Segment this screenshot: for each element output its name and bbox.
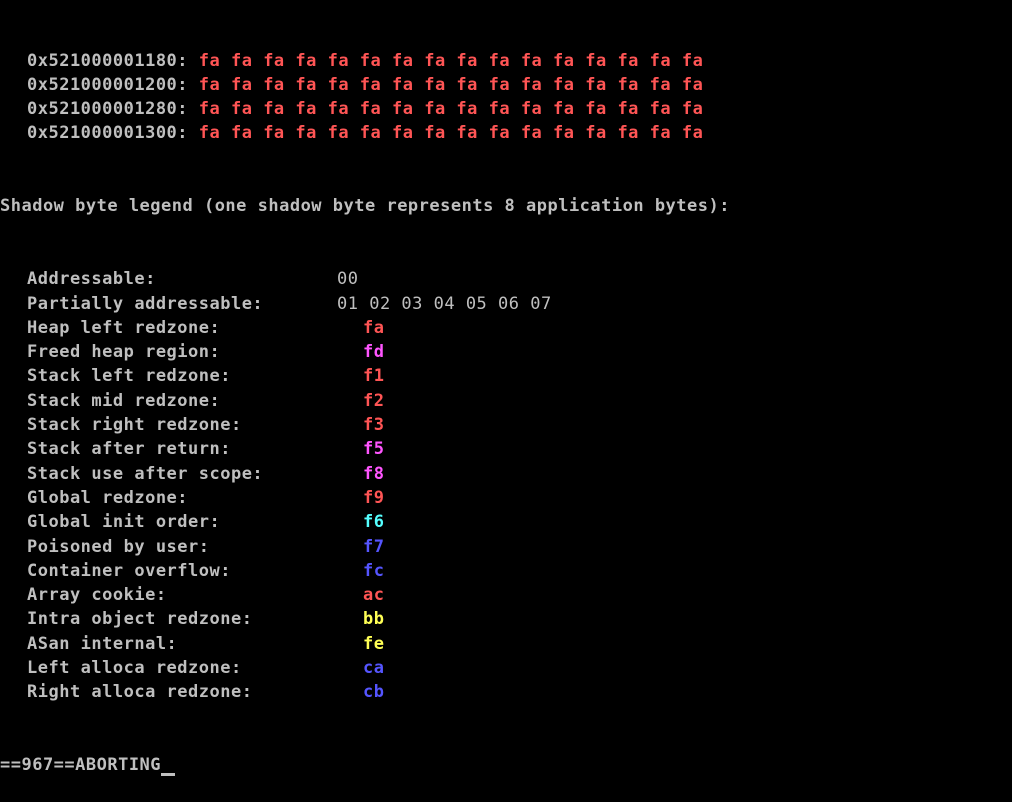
legend-label: ASan internal: xyxy=(27,633,178,654)
legend-row: Stack mid redzone: f2 xyxy=(0,389,1012,413)
legend-code: fe xyxy=(363,633,385,654)
legend-label: Stack right redzone: xyxy=(27,415,242,436)
legend-label: Poisoned by user: xyxy=(27,536,210,557)
legend-code: ca xyxy=(363,658,385,679)
legend-row: Stack after return: f5 xyxy=(0,437,1012,461)
legend-label: Heap left redzone: xyxy=(27,317,221,338)
shadow-row-bytes: fa fa fa fa fa fa fa fa fa fa fa fa fa f… xyxy=(198,99,704,120)
shadow-memory-rows: 0x521000001180: fa fa fa fa fa fa fa fa … xyxy=(0,49,1012,146)
legend-header: Shadow byte legend (one shadow byte repr… xyxy=(0,196,730,217)
terminal-cursor xyxy=(161,772,176,776)
shadow-row-address: 0x521000001300: xyxy=(27,123,189,144)
legend-label: Container overflow: xyxy=(27,560,231,581)
shadow-row-address: 0x521000001200: xyxy=(27,74,189,95)
shadow-row: 0x521000001300: fa fa fa fa fa fa fa fa … xyxy=(0,121,1012,145)
legend-row: Right alloca redzone: cb xyxy=(0,680,1012,704)
legend-row: Partially addressable: 01 02 03 04 05 06 … xyxy=(0,292,1012,316)
shadow-row-bytes: fa fa fa fa fa fa fa fa fa fa fa fa fa f… xyxy=(198,123,704,144)
legend-code: fc xyxy=(363,560,385,581)
legend-row: Heap left redzone: fa xyxy=(0,316,1012,340)
legend-row: Intra object redzone: bb xyxy=(0,607,1012,631)
legend-label: Global init order: xyxy=(27,512,221,533)
legend-label: Stack use after scope: xyxy=(27,463,264,484)
legend-code: f7 xyxy=(363,536,385,557)
legend-code: f2 xyxy=(363,390,385,411)
legend-label: Stack mid redzone: xyxy=(27,390,221,411)
legend-row: ASan internal: fe xyxy=(0,632,1012,656)
shadow-byte-legend: Addressable: 00 Partially addressable: 01 0… xyxy=(0,267,1012,704)
legend-code: f8 xyxy=(363,463,385,484)
shadow-row: 0x521000001180: fa fa fa fa fa fa fa fa … xyxy=(0,49,1012,73)
legend-row: Global redzone: f9 xyxy=(0,486,1012,510)
legend-label: Global redzone: xyxy=(27,487,189,508)
legend-row: Stack use after scope: f8 xyxy=(0,462,1012,486)
shadow-row-bytes: fa fa fa fa fa fa fa fa fa fa fa fa fa f… xyxy=(198,74,704,95)
legend-row: Global init order: f6 xyxy=(0,510,1012,534)
legend-label: Addressable: xyxy=(27,269,156,290)
shadow-row-address: 0x521000001180: xyxy=(27,50,189,71)
legend-row: Freed heap region: fd xyxy=(0,340,1012,364)
legend-code: cb xyxy=(363,682,385,703)
legend-code: 00 xyxy=(337,269,359,290)
legend-code: f1 xyxy=(363,366,385,387)
legend-row: Addressable: 00 xyxy=(0,267,1012,291)
legend-code: f5 xyxy=(363,439,385,460)
shadow-row: 0x521000001200: fa fa fa fa fa fa fa fa … xyxy=(0,73,1012,97)
legend-label: Left alloca redzone: xyxy=(27,658,242,679)
legend-code: fa xyxy=(363,317,385,338)
legend-code: ac xyxy=(363,585,385,606)
legend-row: Array cookie: ac xyxy=(0,583,1012,607)
legend-code: 01 02 03 04 05 06 07 xyxy=(337,293,552,314)
legend-code: fd xyxy=(363,342,385,363)
legend-row: Poisoned by user: f7 xyxy=(0,535,1012,559)
legend-row: Stack right redzone: f3 xyxy=(0,413,1012,437)
legend-label: Stack left redzone: xyxy=(27,366,231,387)
shadow-row-bytes: fa fa fa fa fa fa fa fa fa fa fa fa fa f… xyxy=(198,50,704,71)
legend-row: Left alloca redzone: ca xyxy=(0,656,1012,680)
shadow-row: 0x521000001280: fa fa fa fa fa fa fa fa … xyxy=(0,97,1012,121)
legend-label: Partially addressable: xyxy=(27,293,264,314)
legend-row: Container overflow: fc xyxy=(0,559,1012,583)
legend-code: f3 xyxy=(363,415,385,436)
abort-message: ==967==ABORTING xyxy=(0,755,162,776)
legend-label: Freed heap region: xyxy=(27,342,221,363)
legend-label: Right alloca redzone: xyxy=(27,682,253,703)
legend-code: bb xyxy=(363,609,385,630)
legend-label: Array cookie: xyxy=(27,585,167,606)
legend-row: Stack left redzone: f1 xyxy=(0,364,1012,388)
abort-line: ==967==ABORTING xyxy=(0,753,1012,777)
legend-label: Intra object redzone: xyxy=(27,609,253,630)
legend-code: f6 xyxy=(363,512,385,533)
legend-code: f9 xyxy=(363,487,385,508)
legend-label: Stack after return: xyxy=(27,439,231,460)
shadow-row-address: 0x521000001280: xyxy=(27,99,189,120)
terminal-window[interactable]: 0x521000001180: fa fa fa fa fa fa fa fa … xyxy=(0,0,1012,776)
